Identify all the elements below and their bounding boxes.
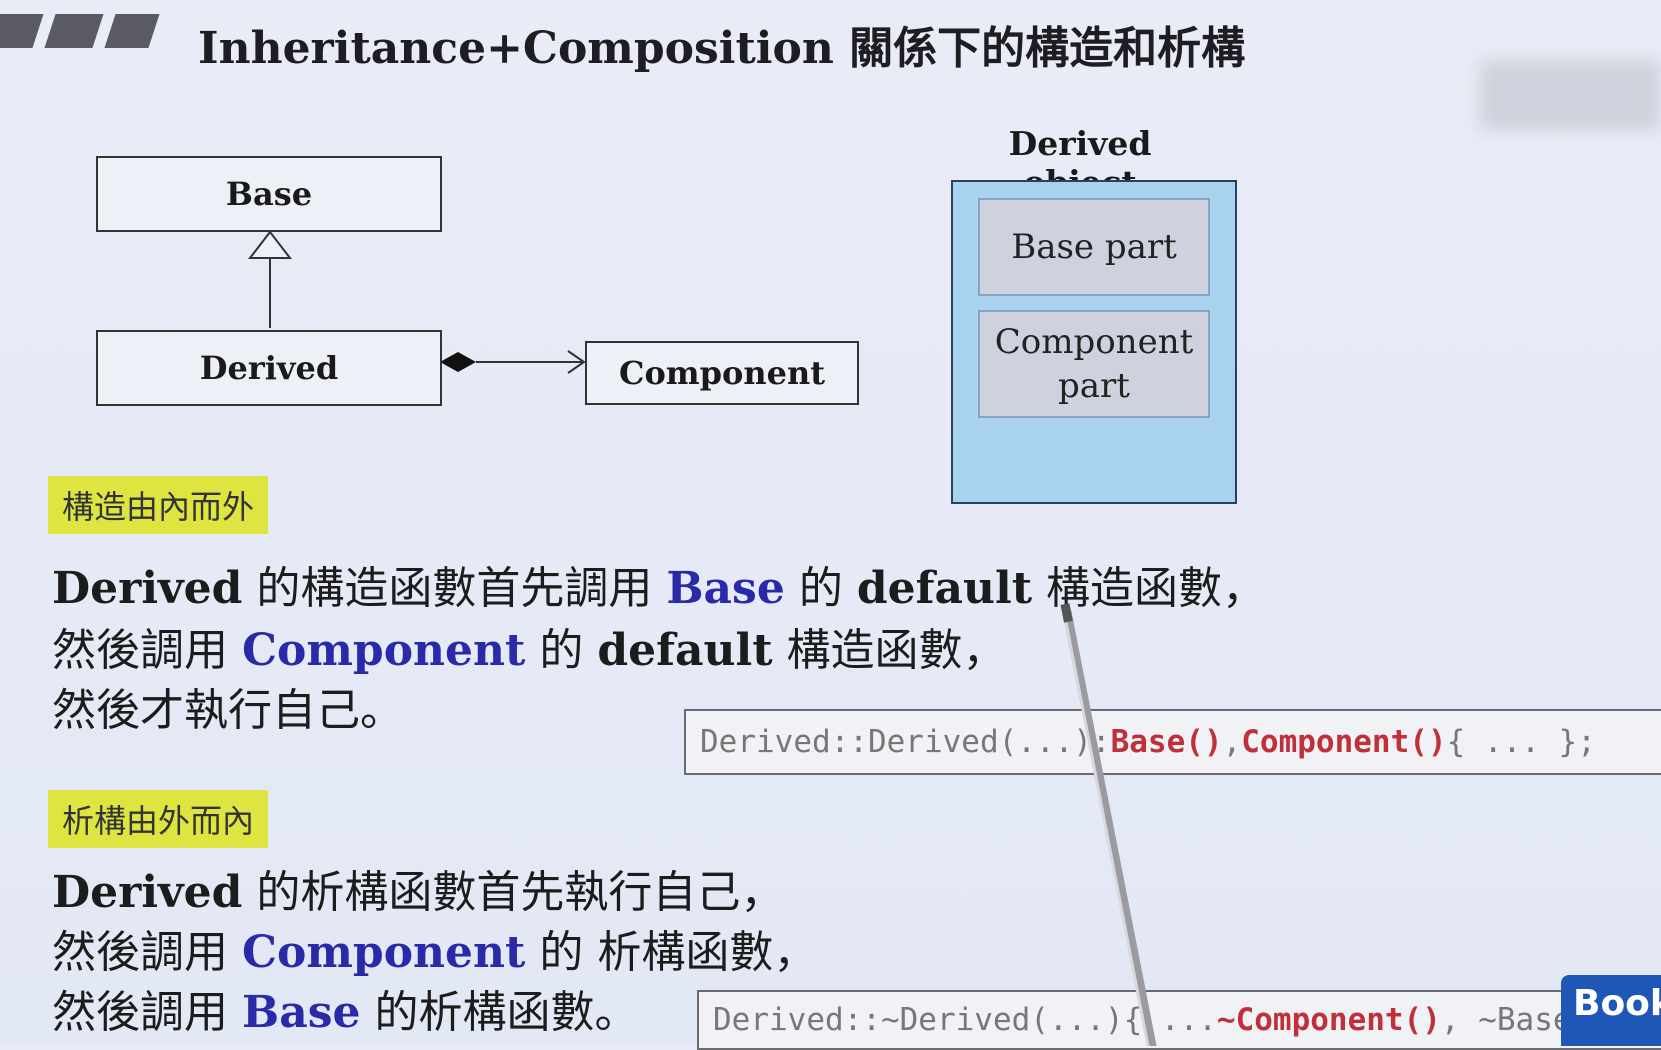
component-part-box: Component part (978, 310, 1210, 418)
text-segment: 的析構函數首先執行自己， (242, 867, 785, 918)
construction-line-3: 然後才執行自己。 (52, 685, 404, 736)
constructor-code-box: Derived::Derived(...): Base(), Component(… (684, 709, 1661, 775)
component-part-label-line1: Component (994, 321, 1194, 362)
derived-class-box: Derived (96, 330, 442, 406)
construction-line-2: 然後調用 Component 的 default 構造函數， (52, 620, 1007, 682)
base-class-label: Base (225, 175, 313, 213)
code-segment: Derived::Derived(...): (700, 724, 1111, 760)
inheritance-arrow-head (247, 230, 293, 259)
text-segment: 的 (784, 563, 857, 614)
text-segment: 的 析構函數， (525, 927, 818, 978)
component-class-label: Component (618, 354, 826, 392)
code-component-dtor: ~Component() (1216, 1002, 1441, 1038)
component-part-label-line2: part (1058, 366, 1130, 406)
text-derived: Derived (52, 563, 243, 614)
destruction-tag: 析構由外而內 (48, 790, 269, 848)
construction-tag: 構造由內而外 (48, 476, 269, 534)
base-class-box: Base (96, 156, 442, 232)
text-segment: 的 (525, 625, 598, 676)
text-segment: 然後調用 (52, 987, 242, 1038)
base-part-label: Base part (1011, 226, 1177, 267)
derived-class-label: Derived (199, 349, 339, 387)
text-derived: Derived (52, 867, 243, 918)
composition-diamond (440, 352, 476, 372)
text-default: default (597, 625, 773, 676)
destruction-line-1: Derived 的析構函數首先執行自己， (52, 862, 784, 924)
text-segment: 構造函數， (772, 625, 1007, 676)
text-base: Base (666, 563, 785, 614)
text-segment: 然後調用 (52, 625, 242, 676)
book-badge: Book (1561, 975, 1661, 1046)
derived-object-box: Base part Component part (951, 180, 1237, 504)
text-segment: 構造函數， (1032, 563, 1267, 614)
destructor-code-box: Derived::~Derived(...){ ... ~Component()… (697, 990, 1661, 1050)
component-class-box: Component (585, 341, 859, 405)
base-part-box: Base part (978, 198, 1210, 296)
text-component: Component (242, 927, 526, 978)
text-base: Base (242, 987, 361, 1038)
construction-line-1: Derived 的構造函數首先調用 Base 的 default 構造函數， (52, 558, 1266, 620)
text-segment: 的構造函數首先調用 (242, 563, 667, 614)
destruction-line-3: 然後調用 Base 的析構函數。 (52, 982, 638, 1044)
text-component: Component (242, 625, 526, 676)
code-base-call: Base() (1110, 724, 1223, 760)
text-segment: 的析構函數。 (360, 987, 639, 1038)
text-default: default (856, 563, 1033, 614)
code-segment: , (1222, 724, 1242, 760)
blurred-logo (1480, 60, 1661, 130)
destruction-line-2: 然後調用 Component 的 析構函數， (52, 922, 817, 984)
code-segment: Derived::~Derived(...){ ... (713, 1002, 1217, 1038)
code-segment: { ... }; (1446, 724, 1596, 760)
code-component-call: Component() (1241, 724, 1447, 760)
text-segment: 然後調用 (52, 927, 242, 978)
